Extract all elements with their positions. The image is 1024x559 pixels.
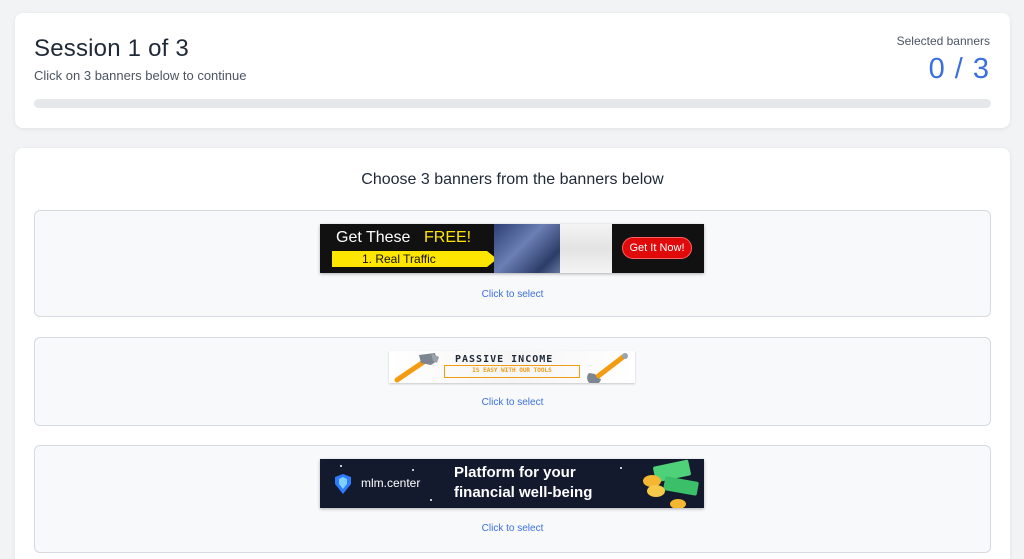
ad-headline-line2: financial well-being (454, 484, 593, 501)
ad-subline-box: IS EASY WITH OUR TOOLS (444, 365, 580, 378)
selected-banners-count: 0 / 3 (928, 53, 990, 85)
ad-headline-line1: Platform for your (454, 464, 576, 481)
ad-subline: IS EASY WITH OUR TOOLS (472, 367, 552, 374)
progress-bar (34, 99, 991, 108)
traffic-ad-banner[interactable]: Get These FREE! 1. Real Traffic Get It N… (320, 224, 704, 273)
star-decoration (620, 467, 622, 469)
star-decoration (340, 465, 342, 467)
session-instructions: Click on 3 banners below to continue (34, 68, 247, 83)
chooser-heading: Choose 3 banners from the banners below (361, 171, 664, 188)
passive-income-ad-banner[interactable]: PASSIVE INCOME IS EASY WITH OUR TOOLS (389, 351, 635, 383)
get-it-now-button: Get It Now! (622, 237, 692, 259)
click-to-select-label[interactable]: Click to select (35, 289, 990, 300)
mlm-center-ad-banner[interactable]: mlm.center Platform for your financial w… (320, 459, 704, 508)
banner-option-2[interactable]: PASSIVE INCOME IS EASY WITH OUR TOOLS Cl… (34, 337, 991, 426)
mlm-center-logo-icon (335, 474, 351, 494)
selected-banners-label: Selected banners (896, 34, 990, 48)
money-coins-icon (643, 459, 699, 508)
ad-brand-name: mlm.center (361, 476, 421, 490)
banner-option-3[interactable]: mlm.center Platform for your financial w… (34, 445, 991, 553)
hammer-icon (394, 353, 439, 383)
click-to-select-label[interactable]: Click to select (35, 397, 990, 408)
banner-chooser-card: Choose 3 banners from the banners below … (15, 148, 1010, 559)
wrench-icon (587, 353, 628, 383)
ad-feature-line: 1. Real Traffic (362, 252, 436, 266)
ad-headline-free: FREE! (424, 229, 472, 246)
star-decoration (430, 499, 432, 501)
screenshot-collage-image (560, 224, 612, 273)
ad-headline: PASSIVE INCOME (455, 354, 554, 365)
session-title: Session 1 of 3 (34, 35, 189, 62)
click-to-select-label[interactable]: Click to select (35, 523, 990, 534)
star-decoration (412, 469, 414, 471)
session-card: Session 1 of 3 Click on 3 banners below … (15, 13, 1010, 128)
banner-option-1[interactable]: Get These FREE! 1. Real Traffic Get It N… (34, 210, 991, 317)
ad-headline-prefix: Get These (336, 229, 411, 246)
